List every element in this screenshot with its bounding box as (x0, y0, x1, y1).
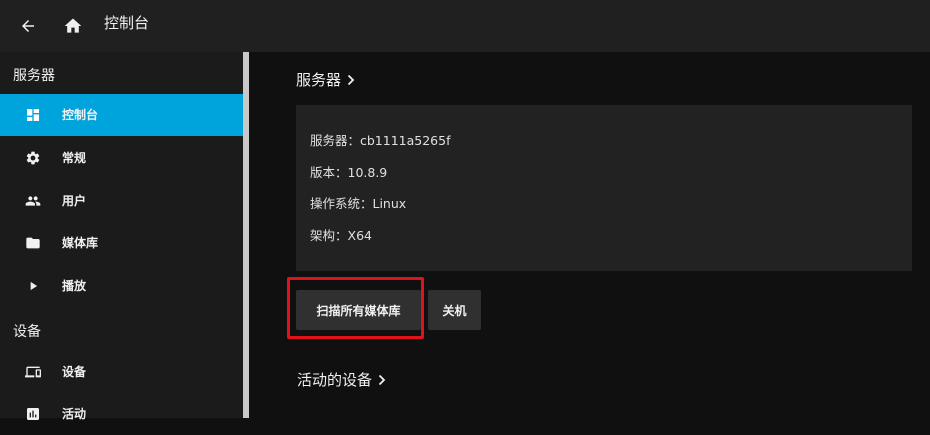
shutdown-button[interactable]: 关机 (428, 290, 481, 330)
chevron-right-icon (346, 74, 356, 86)
sidebar-item-users[interactable]: 用户 (0, 180, 243, 222)
chevron-right-icon (377, 374, 387, 386)
server-info-card: 服务器：cb1111a5265f 版本：10.8.9 操作系统：Linux 架构… (296, 105, 912, 271)
sidebar-item-activity[interactable]: 活动 (0, 393, 243, 435)
people-icon (24, 192, 42, 210)
server-section-link[interactable]: 服务器 (296, 70, 356, 90)
sidebar-item-label: 常规 (62, 151, 87, 165)
scan-all-libraries-button[interactable]: 扫描所有媒体库 (296, 290, 421, 330)
server-os: 操作系统：Linux (310, 196, 407, 211)
page-title: 控制台 (104, 14, 150, 32)
activity-icon (24, 405, 42, 423)
sidebar-section-server: 服务器 (13, 68, 55, 84)
sidebar-item-label: 媒体库 (62, 236, 99, 250)
sidebar: 服务器 控制台 常规 用户 媒体库 播放 设备 设备 活动 (0, 52, 243, 421)
sidebar-item-general[interactable]: 常规 (0, 137, 243, 179)
back-arrow-icon[interactable] (12, 10, 44, 42)
folder-icon (24, 234, 42, 252)
home-icon[interactable] (57, 10, 89, 42)
sidebar-section-devices: 设备 (13, 324, 41, 340)
devices-icon (24, 363, 42, 381)
sidebar-item-devices[interactable]: 设备 (0, 351, 243, 393)
sidebar-item-dashboard[interactable]: 控制台 (0, 94, 243, 136)
sidebar-item-playback[interactable]: 播放 (0, 265, 243, 307)
server-version: 版本：10.8.9 (310, 165, 388, 180)
active-devices-title: 活动的设备 (297, 371, 373, 389)
main-content: 服务器 服务器：cb1111a5265f 版本：10.8.9 操作系统：Linu… (249, 52, 930, 418)
active-devices-link[interactable]: 活动的设备 (297, 370, 387, 390)
gear-icon (24, 149, 42, 167)
play-icon (24, 277, 42, 295)
sidebar-item-libraries[interactable]: 媒体库 (0, 222, 243, 264)
sidebar-item-label: 用户 (62, 194, 87, 208)
app-header: 控制台 (0, 0, 930, 52)
dashboard-icon (24, 106, 42, 124)
sidebar-item-label: 活动 (62, 407, 87, 421)
server-section-title: 服务器 (296, 71, 342, 89)
sidebar-item-label: 控制台 (62, 108, 99, 122)
server-architecture: 架构：X64 (310, 228, 372, 243)
server-name: 服务器：cb1111a5265f (310, 133, 451, 148)
sidebar-item-label: 设备 (62, 365, 87, 379)
sidebar-item-label: 播放 (62, 279, 87, 293)
